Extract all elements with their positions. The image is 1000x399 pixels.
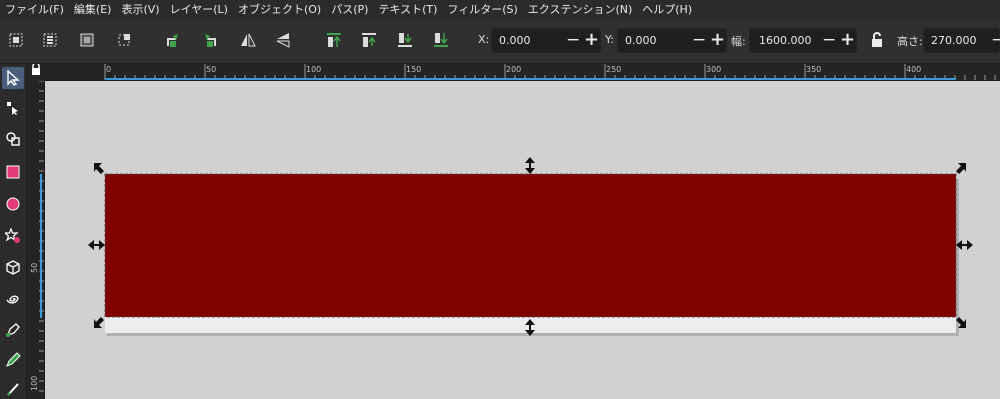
vertical-ruler[interactable]: 50 100 [27, 81, 45, 399]
selector-tool-icon[interactable] [2, 67, 24, 89]
width-decrement-button[interactable]: − [822, 32, 836, 49]
shape-builder-tool-icon[interactable] [2, 128, 24, 150]
y-value[interactable]: 0.000 [625, 34, 657, 47]
x-label: X: [478, 33, 490, 46]
ruler-label: 100 [30, 375, 39, 391]
x-spinbox[interactable]: 0.000 − + [491, 28, 601, 53]
spiral-tool-icon[interactable] [2, 288, 24, 310]
x-increment-button[interactable]: + [584, 31, 599, 49]
ruler-label: 400 [906, 65, 922, 74]
ruler-label: 350 [806, 65, 822, 74]
menu-bar: ファイル(F) 編集(E) 表示(V) レイヤー(L) オブジェクト(O) パス… [0, 0, 1000, 19]
width-label: 幅: [731, 35, 746, 48]
ellipse-tool-icon[interactable] [2, 193, 24, 215]
lower-to-bottom-icon[interactable] [432, 31, 450, 49]
scale-handle-top-left[interactable] [94, 163, 104, 174]
rotate-ccw-icon[interactable] [164, 31, 182, 49]
flip-vertical-icon[interactable] [274, 31, 292, 49]
rectangle-tool-icon[interactable] [2, 161, 24, 183]
raise-to-top-icon[interactable] [325, 31, 343, 49]
height-decrement-button[interactable]: − [991, 32, 1000, 49]
lower-icon[interactable] [396, 31, 414, 49]
flip-horizontal-icon[interactable] [239, 31, 257, 49]
height-label: 高さ: [897, 35, 923, 48]
select-all-icon[interactable] [7, 31, 25, 49]
canvas[interactable] [45, 81, 1000, 399]
x-decrement-button[interactable]: − [566, 32, 580, 49]
ruler-corner [27, 62, 45, 81]
width-increment-button[interactable]: + [840, 31, 855, 49]
ruler-label: 50 [30, 262, 39, 273]
ruler-label: 50 [206, 65, 217, 74]
lock-ratio-icon[interactable] [868, 31, 886, 49]
ruler-label: 150 [406, 65, 422, 74]
y-label: Y: [605, 33, 614, 46]
selected-rectangle[interactable] [104, 173, 957, 318]
tool-controls-bar: X: 0.000 − + Y: 0.000 − + 幅: 1600.000 − … [0, 19, 1000, 64]
calligraphy-tool-icon[interactable] [2, 378, 24, 399]
touch-select-icon[interactable] [115, 31, 133, 49]
ruler-label: 200 [506, 65, 522, 74]
menu-extensions[interactable]: エクステンション(N) [523, 0, 637, 19]
menu-edit[interactable]: 編集(E) [69, 0, 117, 19]
menu-object[interactable]: オブジェクト(O) [233, 0, 326, 19]
scale-handle-left[interactable] [88, 240, 105, 250]
y-spinbox[interactable]: 0.000 − + [617, 28, 727, 53]
scale-handle-top-right[interactable] [956, 163, 966, 174]
star-tool-icon[interactable] [2, 225, 24, 247]
scale-handle-top[interactable] [525, 157, 535, 174]
ruler-label: 300 [706, 65, 722, 74]
y-decrement-button[interactable]: − [692, 32, 706, 49]
menu-help[interactable]: ヘルプ(H) [637, 0, 697, 19]
height-spinbox[interactable]: 270.000 − [923, 28, 1000, 53]
ruler-label: 0 [106, 65, 112, 74]
menu-layer[interactable]: レイヤー(L) [165, 0, 233, 19]
x-value[interactable]: 0.000 [499, 34, 531, 47]
toolbox [0, 64, 27, 399]
menu-file[interactable]: ファイル(F) [0, 0, 69, 19]
raise-icon[interactable] [360, 31, 378, 49]
rotate-cw-icon[interactable] [201, 31, 219, 49]
menu-filters[interactable]: フィルター(S) [442, 0, 522, 19]
ruler-label: 100 [306, 65, 322, 74]
horizontal-ruler[interactable]: 0 50 100 150 200 250 300 350 400 [45, 64, 1000, 81]
3d-box-tool-icon[interactable] [2, 257, 24, 279]
select-all-layers-icon[interactable] [41, 31, 59, 49]
y-increment-button[interactable]: + [710, 31, 725, 49]
deselect-icon[interactable] [78, 31, 96, 49]
width-value[interactable]: 1600.000 [759, 34, 812, 47]
height-value[interactable]: 270.000 [931, 34, 977, 47]
ruler-label: 250 [606, 65, 622, 74]
node-tool-icon[interactable] [2, 97, 24, 119]
width-spinbox[interactable]: 1600.000 − + [749, 28, 857, 53]
menu-path[interactable]: パス(P) [326, 0, 373, 19]
pencil-tool-icon[interactable] [2, 349, 24, 371]
pen-tool-icon[interactable] [2, 319, 24, 341]
menu-text[interactable]: テキスト(T) [373, 0, 442, 19]
scale-handle-bottom-left[interactable] [94, 317, 104, 328]
menu-view[interactable]: 表示(V) [116, 0, 164, 19]
